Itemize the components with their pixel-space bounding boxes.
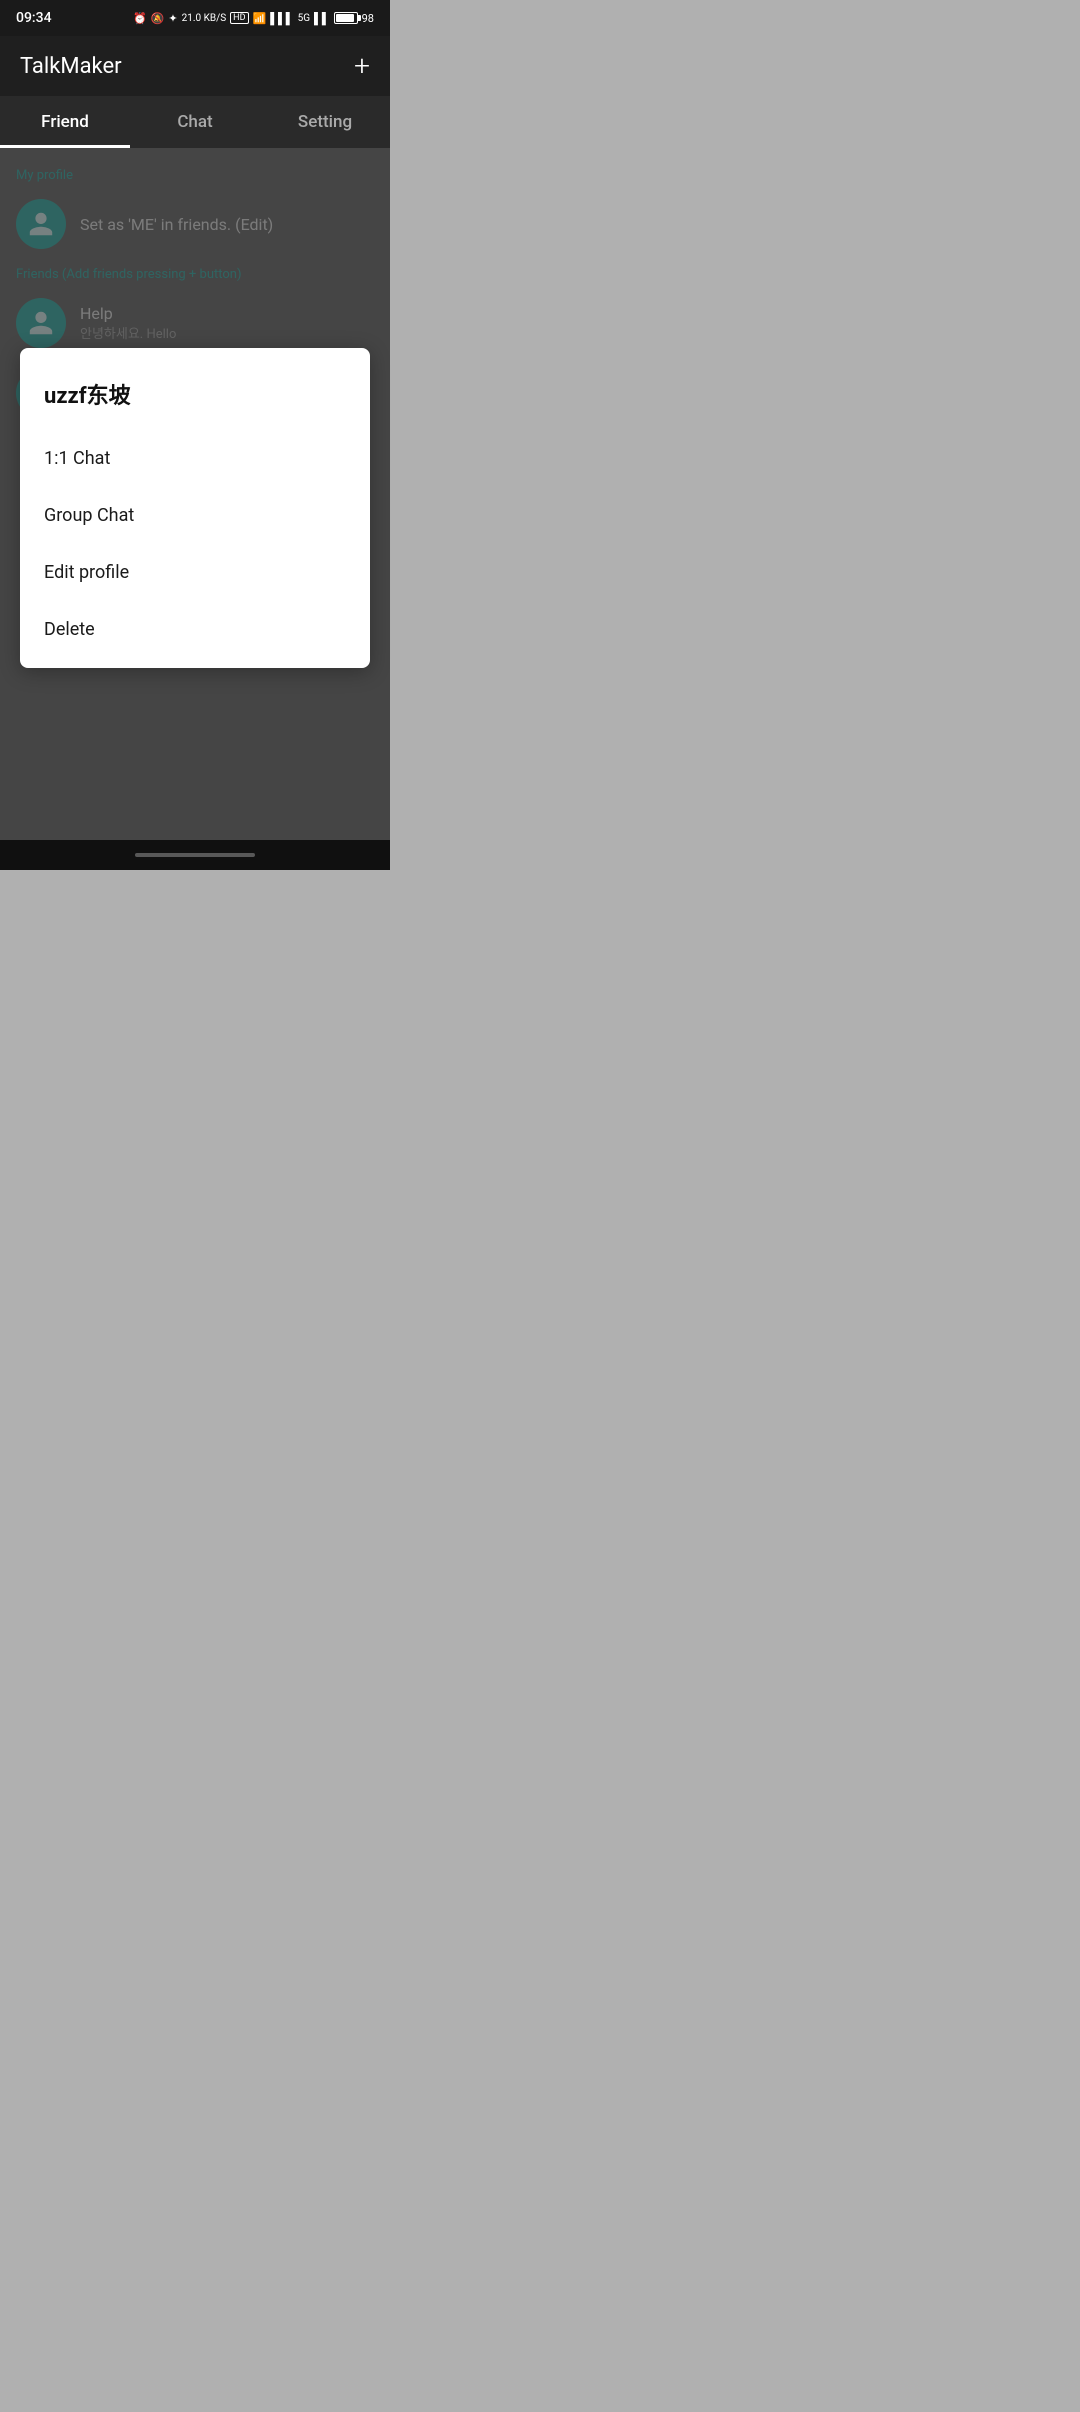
status-time: 09:34 (16, 10, 52, 26)
app-header: TalkMaker + (0, 36, 390, 96)
data-speed: 21.0 KB/S (182, 13, 227, 24)
wifi-icon: 📶 (253, 12, 267, 25)
add-button[interactable]: + (354, 52, 370, 80)
main-content: My profile Set as 'ME' in friends. (Edit… (0, 148, 390, 870)
bluetooth-icon: ✦ (168, 12, 177, 25)
5g-signal-icon: ▌▌ (314, 12, 330, 25)
mute-icon: 🔕 (151, 12, 165, 25)
alarm-icon: ⏰ (133, 12, 147, 25)
context-menu: uzzf东坡 1:1 Chat Group Chat Edit profile … (20, 348, 370, 668)
status-bar: 09:34 ⏰ 🔕 ✦ 21.0 KB/S HD 📶 ▌▌▌ 5G ▌▌ 98 (0, 0, 390, 36)
tab-chat[interactable]: Chat (130, 96, 260, 148)
tab-bar: Friend Chat Setting (0, 96, 390, 148)
menu-item-delete[interactable]: Delete (20, 601, 370, 658)
menu-item-group-chat[interactable]: Group Chat (20, 487, 370, 544)
signal-icon: ▌▌▌ (270, 12, 293, 25)
menu-item-one-to-one-chat[interactable]: 1:1 Chat (20, 430, 370, 487)
battery-fill (336, 14, 354, 22)
tab-setting[interactable]: Setting (260, 96, 390, 148)
battery-icon (334, 12, 358, 24)
app-title: TalkMaker (20, 54, 122, 79)
tab-friend[interactable]: Friend (0, 96, 130, 148)
status-icons: ⏰ 🔕 ✦ 21.0 KB/S HD 📶 ▌▌▌ 5G ▌▌ 98 (133, 12, 374, 25)
5g-icon: 5G (298, 13, 310, 24)
menu-username: uzzf东坡 (20, 368, 370, 430)
hd-icon: HD (230, 12, 248, 24)
battery-level: 98 (362, 12, 374, 25)
menu-item-edit-profile[interactable]: Edit profile (20, 544, 370, 601)
